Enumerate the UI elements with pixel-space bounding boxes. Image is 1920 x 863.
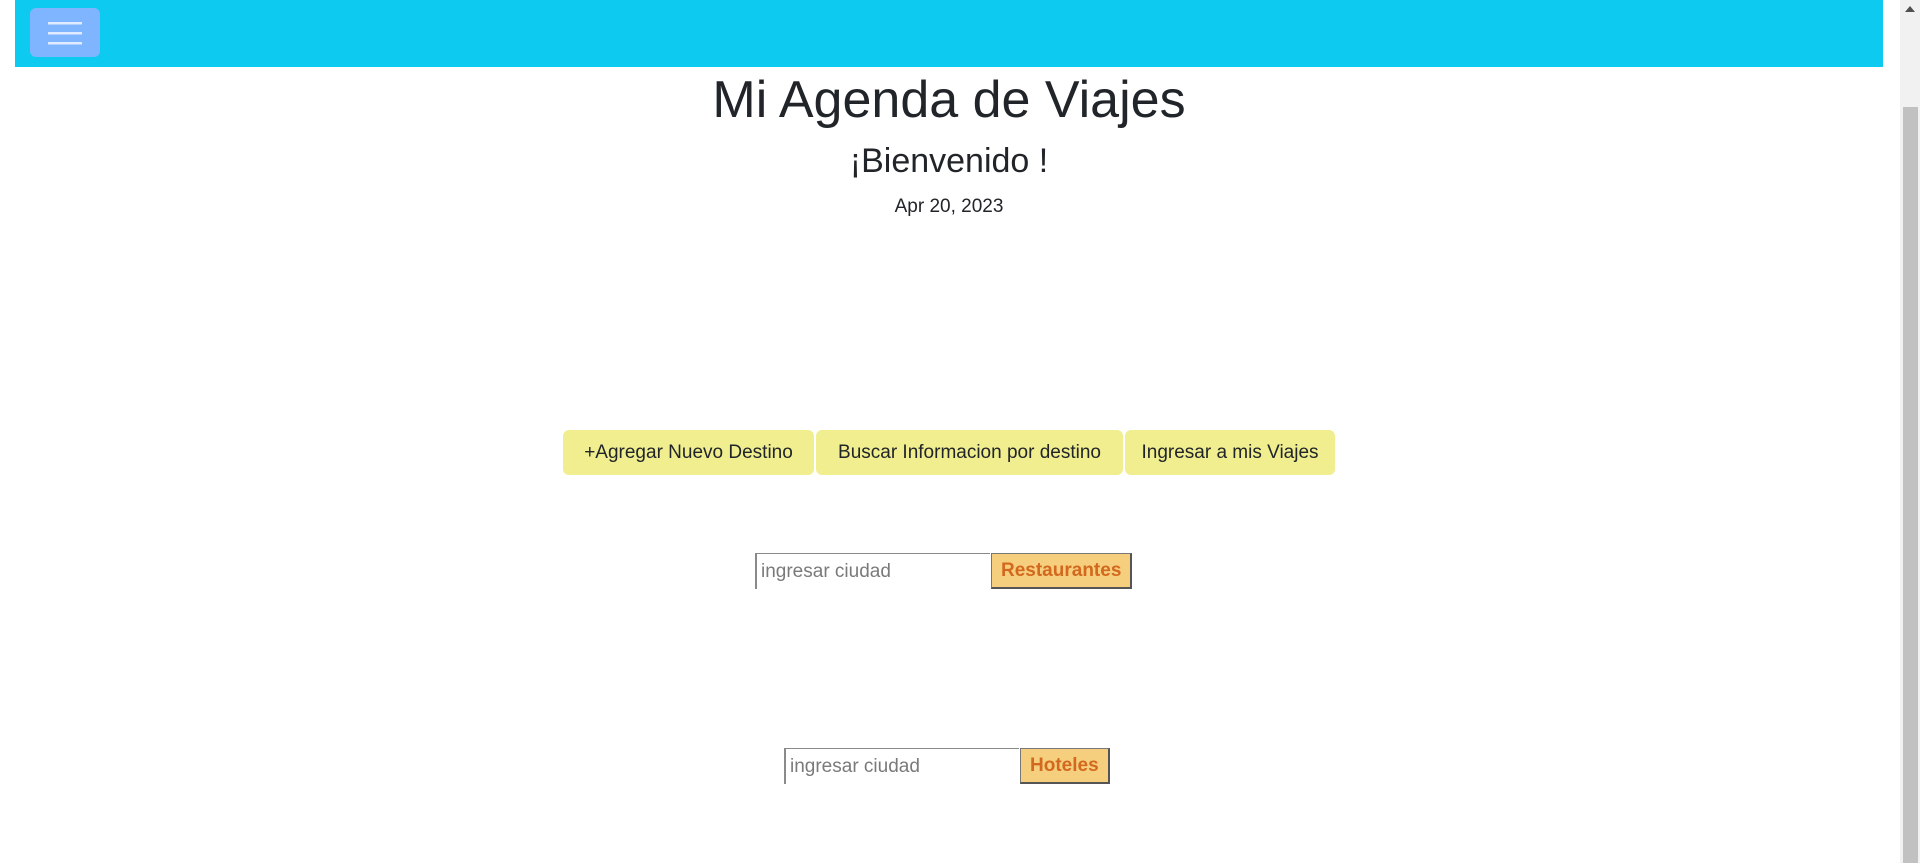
hotel-city-input[interactable] <box>784 748 1019 784</box>
welcome-heading: ¡Bienvenido ! <box>849 142 1049 180</box>
page-title: Mi Agenda de Viajes <box>712 71 1186 129</box>
hotels-button[interactable]: Hoteles <box>1020 748 1110 784</box>
restaurant-search: Restaurantes <box>755 553 1133 589</box>
search-destination-info-button[interactable]: Buscar Informacion por destino <box>816 430 1123 475</box>
add-destination-button[interactable]: +Agregar Nuevo Destino <box>563 430 814 475</box>
vertical-scrollbar[interactable] <box>1900 0 1920 863</box>
restaurants-button[interactable]: Restaurantes <box>991 553 1133 589</box>
my-trips-button[interactable]: Ingresar a mis Viajes <box>1125 430 1335 475</box>
hotel-search: Hoteles <box>784 748 1110 784</box>
navbar <box>15 0 1883 67</box>
action-button-group: +Agregar Nuevo Destino Buscar Informacio… <box>563 430 1335 475</box>
current-date: Apr 20, 2023 <box>894 196 1004 217</box>
scrollbar-thumb[interactable] <box>1903 107 1918 863</box>
scroll-up-arrow-icon[interactable] <box>1900 0 1920 17</box>
hamburger-menu-icon <box>48 21 82 44</box>
restaurant-city-input[interactable] <box>755 553 990 589</box>
navbar-toggler-button[interactable] <box>30 8 100 57</box>
page: Mi Agenda de Viajes ¡Bienvenido ! Apr 20… <box>0 0 1920 863</box>
